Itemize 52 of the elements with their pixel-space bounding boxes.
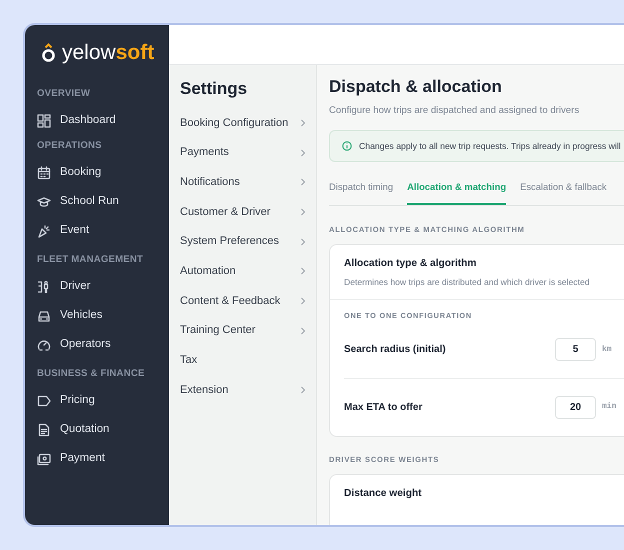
sidebar-item[interactable]: Dashboard xyxy=(37,107,169,135)
number-input[interactable]: 20 xyxy=(555,396,596,419)
sidebar-item[interactable]: Quotation xyxy=(37,416,169,444)
card-title: Distance weight xyxy=(343,487,423,502)
sidebar-item[interactable]: Vehicles xyxy=(37,302,169,330)
settings-menu-item[interactable]: Content & Feedback xyxy=(180,286,306,316)
unit-label: min xyxy=(602,401,618,414)
sidebar-section-heading: OVERVIEW xyxy=(37,87,92,101)
settings-menu-item[interactable]: Notifications xyxy=(180,167,306,198)
cash-icon xyxy=(37,452,51,466)
number-input[interactable]: 5 xyxy=(555,338,596,362)
sidebar-item[interactable]: Booking xyxy=(37,159,169,187)
tab[interactable]: Escalation & fallback xyxy=(520,180,607,204)
settings-menu-item[interactable]: Extension xyxy=(180,375,306,405)
sidebar-item[interactable]: Event xyxy=(37,217,169,245)
card-description: Determines how trips are distributed and which driver is selected xyxy=(330,271,624,300)
unit-label: km xyxy=(602,344,613,356)
car-icon xyxy=(37,309,51,323)
logo-text: yelowsoft xyxy=(62,42,154,63)
grid-icon xyxy=(37,114,51,128)
settings-menu-item[interactable]: Payments xyxy=(180,138,306,168)
gauge-icon xyxy=(37,338,51,352)
settings-title: Settings xyxy=(180,79,248,99)
settings-menu-item[interactable]: System Preferences xyxy=(180,226,306,256)
driver-icon xyxy=(37,280,51,294)
settings-menu-item[interactable]: Booking Configuration xyxy=(180,108,306,138)
settings-menu-item[interactable]: Tax xyxy=(180,346,306,376)
tab[interactable]: Dispatch timing xyxy=(329,180,394,204)
page-title: Dispatch & allocation xyxy=(329,76,503,98)
party-popper-icon xyxy=(37,224,51,238)
graduation-cap-icon xyxy=(37,195,51,209)
sidebar-section-heading: BUSINESS & FINANCE xyxy=(37,367,146,381)
card-title: Allocation type & algorithm xyxy=(343,256,478,271)
settings-menu-item[interactable]: Customer & Driver xyxy=(180,197,306,227)
field-label: Max ETA to offer xyxy=(344,400,424,415)
sidebar-item[interactable]: Pricing xyxy=(37,387,169,415)
settings-menu-item[interactable]: Training Center xyxy=(180,316,306,346)
page-subtitle: Configure how trips are dispatched and assigned to drivers xyxy=(329,104,580,118)
sidebar-item[interactable]: Driver xyxy=(37,273,169,301)
info-icon xyxy=(342,141,352,152)
sidebar-section-heading: FLEET MANAGEMENT xyxy=(37,253,144,267)
sidebar-item[interactable]: School Run xyxy=(37,188,169,216)
tag-icon xyxy=(37,394,51,408)
logo-mark-icon xyxy=(41,42,56,62)
sidebar-item[interactable]: Payment xyxy=(37,445,169,473)
settings-menu-item[interactable]: Automation xyxy=(180,256,306,286)
sidebar-section-heading: OPERATIONS xyxy=(37,139,103,153)
calendar-icon xyxy=(37,166,51,180)
info-text: Changes apply to all new trip requests. Trips already in progress will xyxy=(359,140,621,153)
sidebar-item[interactable]: Operators xyxy=(37,331,169,359)
field-label: Search radius (initial) xyxy=(344,343,447,358)
document-icon xyxy=(37,423,51,437)
